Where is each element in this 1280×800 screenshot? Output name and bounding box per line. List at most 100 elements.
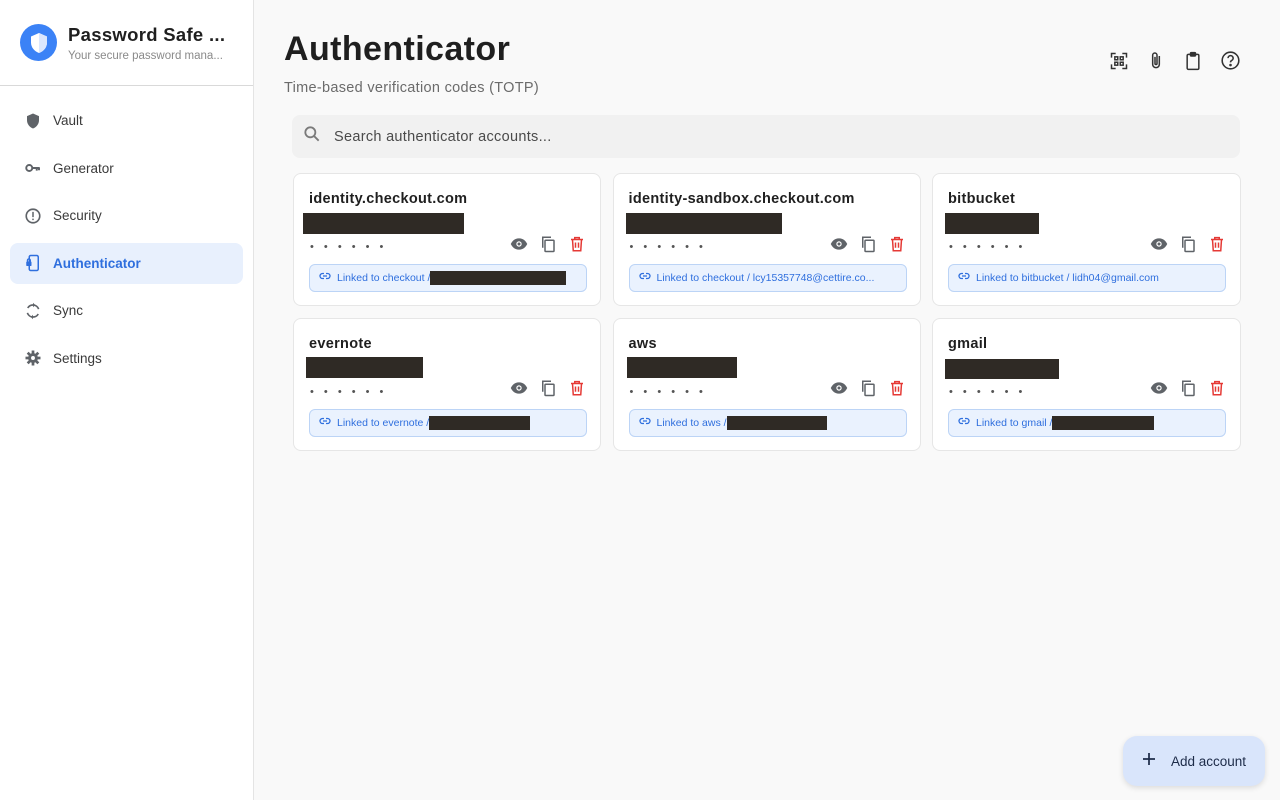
linked-entry-text: Linked to checkout / [337, 272, 431, 284]
linked-entry-text: Linked to checkout / lcy15357748@cettire… [656, 272, 875, 284]
copy-icon [539, 379, 557, 402]
sidebar-item-authenticator[interactable]: Authenticator [10, 242, 243, 284]
sync-icon [23, 301, 43, 321]
card-actions [1150, 380, 1226, 400]
header-toolbar [1107, 51, 1242, 75]
copy-code-button[interactable] [539, 236, 557, 255]
help-button[interactable] [1218, 51, 1242, 75]
shield-logo-icon [20, 24, 57, 61]
totp-code-hidden: • • • • • • [629, 385, 707, 398]
account-name: gmail [948, 335, 988, 352]
sidebar-item-label: Authenticator [53, 255, 141, 271]
linked-entry-badge[interactable]: Linked to bitbucket / lidh04@gmail.com [948, 264, 1226, 292]
link-icon [319, 414, 331, 432]
copy-icon [859, 379, 877, 402]
copy-code-button[interactable] [859, 235, 877, 258]
account-name: bitbucket [948, 191, 1016, 207]
clipboard-button[interactable] [1181, 51, 1205, 75]
attachment-button[interactable] [1144, 51, 1168, 75]
copy-icon [859, 235, 877, 258]
totp-code-hidden: • • • • • • [629, 241, 707, 253]
linked-entry-text: Linked to aws / [656, 416, 727, 429]
link-icon [638, 269, 651, 287]
linked-entry-text: Linked to gmail / [976, 416, 1053, 429]
account-card[interactable]: gmail • • • • • • Linked to gmail / [932, 317, 1241, 451]
sidebar-item-settings[interactable]: Settings [10, 338, 243, 379]
redacted-account-id [626, 356, 737, 378]
reveal-code-button[interactable] [1150, 382, 1168, 400]
sidebar-nav: Vault Generator Security Authenticator S… [0, 86, 253, 379]
eye-icon [510, 235, 528, 258]
key-icon [23, 158, 43, 178]
app-title: Password Safe ... [68, 23, 226, 45]
redacted-account-id [945, 213, 1039, 234]
link-icon [958, 269, 970, 287]
redacted-linked-email [429, 415, 531, 430]
copy-code-button[interactable] [1179, 380, 1197, 400]
account-card[interactable]: identity.checkout.com • • • • • • Linked… [293, 173, 601, 306]
search-input[interactable] [334, 128, 1194, 145]
delete-account-button[interactable] [888, 235, 906, 258]
delete-account-button[interactable] [1208, 380, 1226, 400]
reveal-code-button[interactable] [830, 237, 848, 255]
eye-icon [830, 235, 848, 258]
copy-code-button[interactable] [539, 379, 557, 402]
page-title: Authenticator [284, 30, 511, 68]
linked-entry-badge[interactable]: Linked to gmail / [948, 408, 1226, 437]
sidebar-item-generator[interactable]: Generator [10, 148, 243, 189]
delete-account-button[interactable] [568, 379, 586, 402]
linked-entry-badge[interactable]: Linked to checkout / [309, 264, 587, 292]
sidebar-item-sync[interactable]: Sync [10, 290, 243, 331]
account-name: identity.checkout.com [309, 191, 468, 207]
linked-entry-badge[interactable]: Linked to aws / [628, 408, 907, 437]
reveal-code-button[interactable] [830, 382, 848, 400]
card-actions [1150, 235, 1226, 258]
linked-entry-badge[interactable]: Linked to checkout / lcy15357748@cettire… [628, 264, 907, 292]
trash-icon [1208, 235, 1226, 258]
sidebar-item-label: Generator [53, 160, 114, 176]
delete-account-button[interactable] [888, 380, 906, 400]
redacted-account-id [945, 358, 1059, 379]
sidebar-item-vault[interactable]: Vault [10, 100, 243, 141]
card-actions [510, 235, 586, 258]
sidebar: Password Safe ... Your secure password m… [0, 0, 254, 800]
phone-lock-icon [23, 253, 43, 273]
delete-account-button[interactable] [1208, 235, 1226, 258]
card-actions [830, 379, 906, 402]
copy-code-button[interactable] [1179, 236, 1197, 255]
trash-icon [568, 235, 586, 258]
search-bar [292, 115, 1240, 158]
account-name: identity-sandbox.checkout.com [628, 191, 855, 207]
sidebar-item-security[interactable]: Security [10, 195, 243, 236]
account-card[interactable]: identity-sandbox.checkout.com • • • • • … [612, 173, 921, 306]
qr-scan-button[interactable] [1107, 51, 1131, 75]
shield-icon [23, 111, 43, 131]
reveal-code-button[interactable] [1150, 237, 1168, 255]
totp-code-hidden: • • • • • • [949, 241, 1026, 253]
eye-icon [510, 379, 528, 402]
redacted-linked-email [1052, 415, 1155, 430]
add-account-button[interactable]: Add account [1123, 736, 1265, 786]
redacted-linked-email [726, 415, 827, 430]
add-account-label: Add account [1171, 753, 1247, 769]
copy-code-button[interactable] [859, 379, 877, 402]
help-icon [1220, 50, 1241, 76]
alert-circle-icon [23, 206, 43, 226]
redacted-account-id [303, 213, 464, 234]
reveal-code-button[interactable] [510, 237, 528, 255]
delete-account-button[interactable] [568, 235, 586, 258]
trash-icon [568, 379, 586, 402]
totp-code-hidden: • • • • • • [310, 241, 387, 253]
attachment-icon [1146, 51, 1166, 76]
account-card[interactable]: bitbucket • • • • • • Linked to bitbucke… [932, 173, 1241, 306]
linked-entry-badge[interactable]: Linked to evernote / [309, 408, 587, 437]
link-icon [638, 414, 651, 432]
plus-icon [1141, 751, 1157, 772]
trash-icon [888, 235, 906, 258]
account-card[interactable]: evernote • • • • • • Linked to evernote … [293, 317, 601, 451]
eye-icon [1150, 235, 1168, 258]
sidebar-item-label: Settings [53, 350, 102, 366]
account-card[interactable]: aws • • • • • • Linked to aws / [612, 317, 921, 451]
reveal-code-button[interactable] [510, 382, 528, 400]
link-icon [958, 414, 970, 432]
